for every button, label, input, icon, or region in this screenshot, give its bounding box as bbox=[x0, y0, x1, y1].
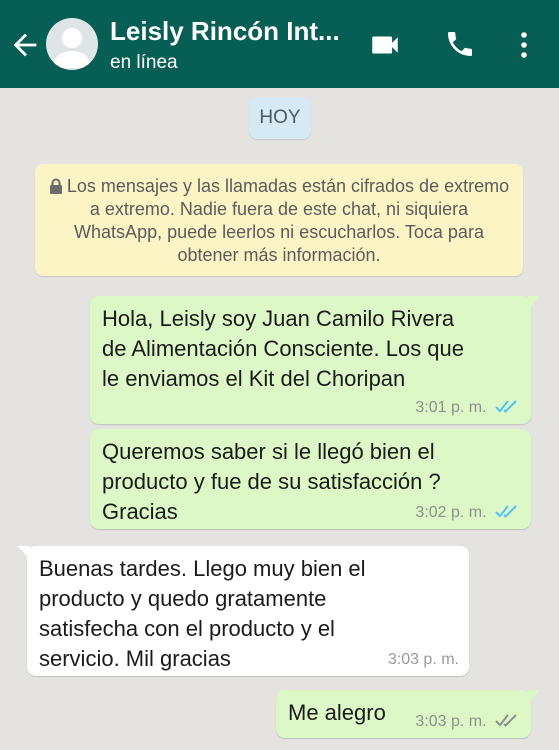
date-divider: HOY bbox=[249, 97, 311, 139]
message-bubble-incoming[interactable]: Buenas tardes. Llego muy bien el product… bbox=[18, 546, 469, 676]
contact-name[interactable]: Leisly Rincón Int... bbox=[110, 16, 345, 46]
video-call-icon[interactable] bbox=[368, 28, 402, 62]
avatar-placeholder-icon bbox=[52, 28, 92, 68]
read-ticks-icon bbox=[495, 400, 517, 413]
message-meta: 3:02 p. m. bbox=[415, 503, 521, 523]
message-time: 3:01 p. m. bbox=[415, 399, 487, 416]
encryption-notice[interactable]: Los mensajes y las llamadas están cifrad… bbox=[35, 164, 523, 276]
read-ticks-icon bbox=[495, 505, 517, 518]
message-time: 3:02 p. m. bbox=[415, 504, 487, 521]
lock-icon bbox=[49, 178, 62, 194]
message-time: 3:03 p. m. bbox=[415, 713, 487, 730]
message-meta: 3:03 p. m. bbox=[415, 712, 521, 732]
message-bubble-outgoing[interactable]: Hola, Leisly soy Juan Camilo Rivera de A… bbox=[90, 296, 540, 424]
more-vert-icon[interactable] bbox=[512, 28, 536, 62]
message-meta: 3:01 p. m. bbox=[415, 398, 521, 418]
bubble-tail bbox=[528, 296, 540, 310]
message-meta: 3:03 p. m. bbox=[388, 650, 459, 670]
chat-header: Leisly Rincón Int... en línea bbox=[0, 0, 559, 88]
message-text: Hola, Leisly soy Juan Camilo Rivera de A… bbox=[102, 306, 465, 391]
avatar[interactable] bbox=[46, 18, 98, 70]
bubble-tail bbox=[528, 690, 540, 704]
bubble-tail bbox=[18, 546, 30, 560]
message-bubble-outgoing[interactable]: Queremos saber si le llegó bien el produ… bbox=[90, 429, 531, 529]
contact-status: en línea bbox=[110, 52, 178, 73]
encryption-notice-label: Los mensajes y las llamadas están cifrad… bbox=[66, 176, 510, 265]
back-arrow-icon[interactable] bbox=[8, 28, 42, 62]
delivered-ticks-icon bbox=[495, 714, 517, 727]
encryption-notice-text: Los mensajes y las llamadas están cifrad… bbox=[45, 175, 513, 267]
message-bubble-outgoing[interactable]: Me alegro 3:03 p. m. bbox=[276, 690, 540, 738]
phone-call-icon[interactable] bbox=[444, 28, 476, 60]
message-time: 3:03 p. m. bbox=[387, 651, 459, 668]
